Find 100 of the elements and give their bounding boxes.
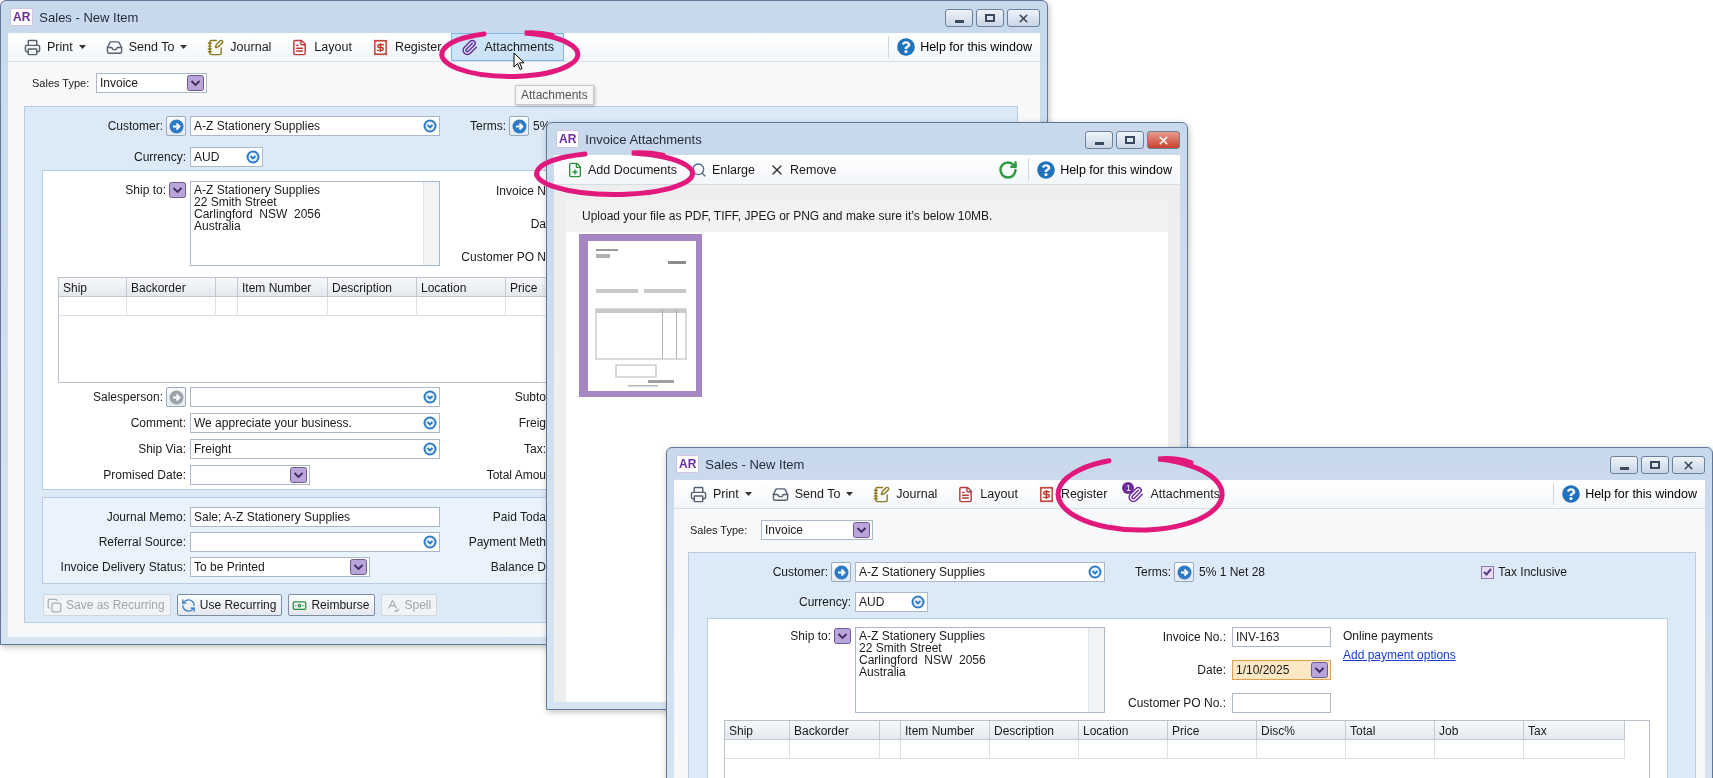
dropdown-field[interactable] xyxy=(190,465,310,485)
help-link[interactable]: Help for this window xyxy=(888,36,1040,58)
field-label: Customer: xyxy=(107,119,163,133)
lookup-button[interactable] xyxy=(166,116,186,136)
field-label: Terms: xyxy=(470,119,506,133)
text-field[interactable]: Sale; A-Z Stationery Supplies xyxy=(190,507,440,527)
table-cell xyxy=(59,297,127,316)
action-button[interactable]: Use Recurring xyxy=(176,594,283,616)
help-icon xyxy=(1562,485,1581,503)
magnifier-icon xyxy=(690,161,707,178)
close-icon xyxy=(1157,133,1170,147)
toolbar-button[interactable]: Journal xyxy=(197,33,282,61)
lookup-button[interactable] xyxy=(831,562,851,582)
toolbar-button[interactable]: Layout xyxy=(281,33,362,61)
tray-icon xyxy=(105,38,123,56)
dropdown-field[interactable]: Invoice xyxy=(761,520,873,540)
action-button[interactable]: Reimburse xyxy=(288,594,376,616)
window-title: Sales - New Item xyxy=(39,9,139,25)
combo-box[interactable]: We appreciate your business. xyxy=(190,413,440,433)
field-label: Tax: xyxy=(523,442,546,456)
dropdown-field[interactable]: To be Printed xyxy=(190,557,370,577)
combo-box[interactable]: Freight xyxy=(190,439,440,459)
field-label: Currency: xyxy=(134,150,186,164)
column-header: Description xyxy=(328,278,417,297)
field-label: Sales Type: xyxy=(32,76,91,89)
toolbar-button[interactable]: Register xyxy=(361,33,452,61)
table-cell xyxy=(216,297,238,316)
terms-button[interactable] xyxy=(1174,562,1194,582)
close-button[interactable] xyxy=(1672,456,1705,474)
dropdown-arrow-icon xyxy=(246,150,260,164)
toolbar-button[interactable]: Send To xyxy=(761,480,864,508)
caret-icon xyxy=(180,45,188,49)
lookup-button[interactable] xyxy=(166,387,186,407)
help-icon xyxy=(897,38,916,56)
dropdown-arrow-icon xyxy=(423,442,437,456)
terms-button[interactable] xyxy=(509,116,529,136)
field-label: Referral Source: xyxy=(98,535,186,549)
column-header: Job xyxy=(1435,721,1524,740)
arrow-right-icon xyxy=(1176,564,1192,580)
text-field[interactable] xyxy=(1232,693,1331,713)
maximize-button[interactable] xyxy=(976,9,1004,27)
dropdown-arrow-icon xyxy=(423,390,437,404)
toolbar-button[interactable]: Send To xyxy=(95,33,198,61)
dropdown-field[interactable]: Invoice xyxy=(96,72,207,93)
table-cell xyxy=(880,740,901,759)
paperclip-icon xyxy=(461,38,479,56)
toolbar-button[interactable]: Register xyxy=(1027,480,1118,508)
dropdown-button[interactable] xyxy=(834,627,851,644)
column-header: Ship xyxy=(59,278,127,297)
combo-box[interactable]: A-Z Stationery Supplies xyxy=(855,562,1105,582)
copy-icon xyxy=(47,597,62,613)
combo-box[interactable]: A-Z Stationery Supplies xyxy=(190,116,440,136)
file-plus-icon xyxy=(567,161,583,178)
toolbar-button[interactable]: Print xyxy=(14,33,96,61)
combo-box[interactable]: AUD xyxy=(855,592,928,612)
field-label: Total Amou xyxy=(485,468,546,482)
combo-box[interactable]: AUD xyxy=(190,147,263,167)
field-label: Comment: xyxy=(130,416,186,430)
count-badge: 1 xyxy=(1122,481,1135,494)
receipt-icon xyxy=(371,38,389,56)
attachment-thumbnail[interactable] xyxy=(579,234,702,397)
tray-icon xyxy=(771,485,789,503)
column-header: Location xyxy=(417,278,506,297)
column-header: Description xyxy=(990,721,1079,740)
spell-check-icon xyxy=(385,597,401,613)
toolbar-button[interactable]: Enlarge xyxy=(683,155,763,184)
toolbar-button[interactable]: Add Documents xyxy=(560,155,684,184)
dropdown-field[interactable]: 1/10/2025 xyxy=(1232,660,1331,680)
field-label: Customer PO No.: xyxy=(1126,696,1226,710)
dropdown-arrow-icon xyxy=(1088,565,1102,579)
minimize-button[interactable] xyxy=(1610,456,1638,474)
address-field[interactable]: A-Z Stationery Supplies 22 Smith Street Carlingford NSW 2056 Australia xyxy=(855,627,1105,713)
minimize-button[interactable] xyxy=(945,9,973,27)
field-label: Ship to: xyxy=(125,182,166,197)
help-link[interactable]: Help for this window xyxy=(1028,158,1180,181)
toolbar-button[interactable]: Layout xyxy=(947,480,1028,508)
arrow-right-icon xyxy=(833,564,849,580)
column-header: Item Number xyxy=(238,278,328,297)
toolbar-button[interactable]: Remove xyxy=(762,155,844,184)
address-field[interactable]: A-Z Stationery Supplies 22 Smith Street Carlingford NSW 2056 Australia xyxy=(190,181,440,266)
printer-icon xyxy=(24,38,41,56)
toolbar-button[interactable]: 1 Attachments xyxy=(1117,480,1230,508)
text-field[interactable]: INV-163 xyxy=(1232,627,1331,647)
help-icon xyxy=(1037,160,1056,179)
toolbar-button[interactable]: Journal xyxy=(863,480,948,508)
close-button[interactable] xyxy=(1007,9,1040,27)
close-button[interactable] xyxy=(1147,131,1180,149)
help-link[interactable]: Help for this window xyxy=(1553,483,1705,505)
field-label: Promised Date: xyxy=(103,468,186,482)
field-label: Payment Meth xyxy=(467,535,546,549)
table-cell xyxy=(725,740,790,759)
field-label: Date: xyxy=(1196,663,1226,677)
payment-options-link[interactable]: Add payment options xyxy=(1343,648,1456,662)
column-header: Ship xyxy=(725,721,790,740)
toolbar-button[interactable]: Print xyxy=(680,480,762,508)
checkbox[interactable] xyxy=(1481,565,1495,579)
dropdown-button[interactable] xyxy=(169,181,186,198)
maximize-button[interactable] xyxy=(1641,456,1669,474)
minimize-button[interactable] xyxy=(1085,131,1113,149)
maximize-button[interactable] xyxy=(1116,131,1144,149)
